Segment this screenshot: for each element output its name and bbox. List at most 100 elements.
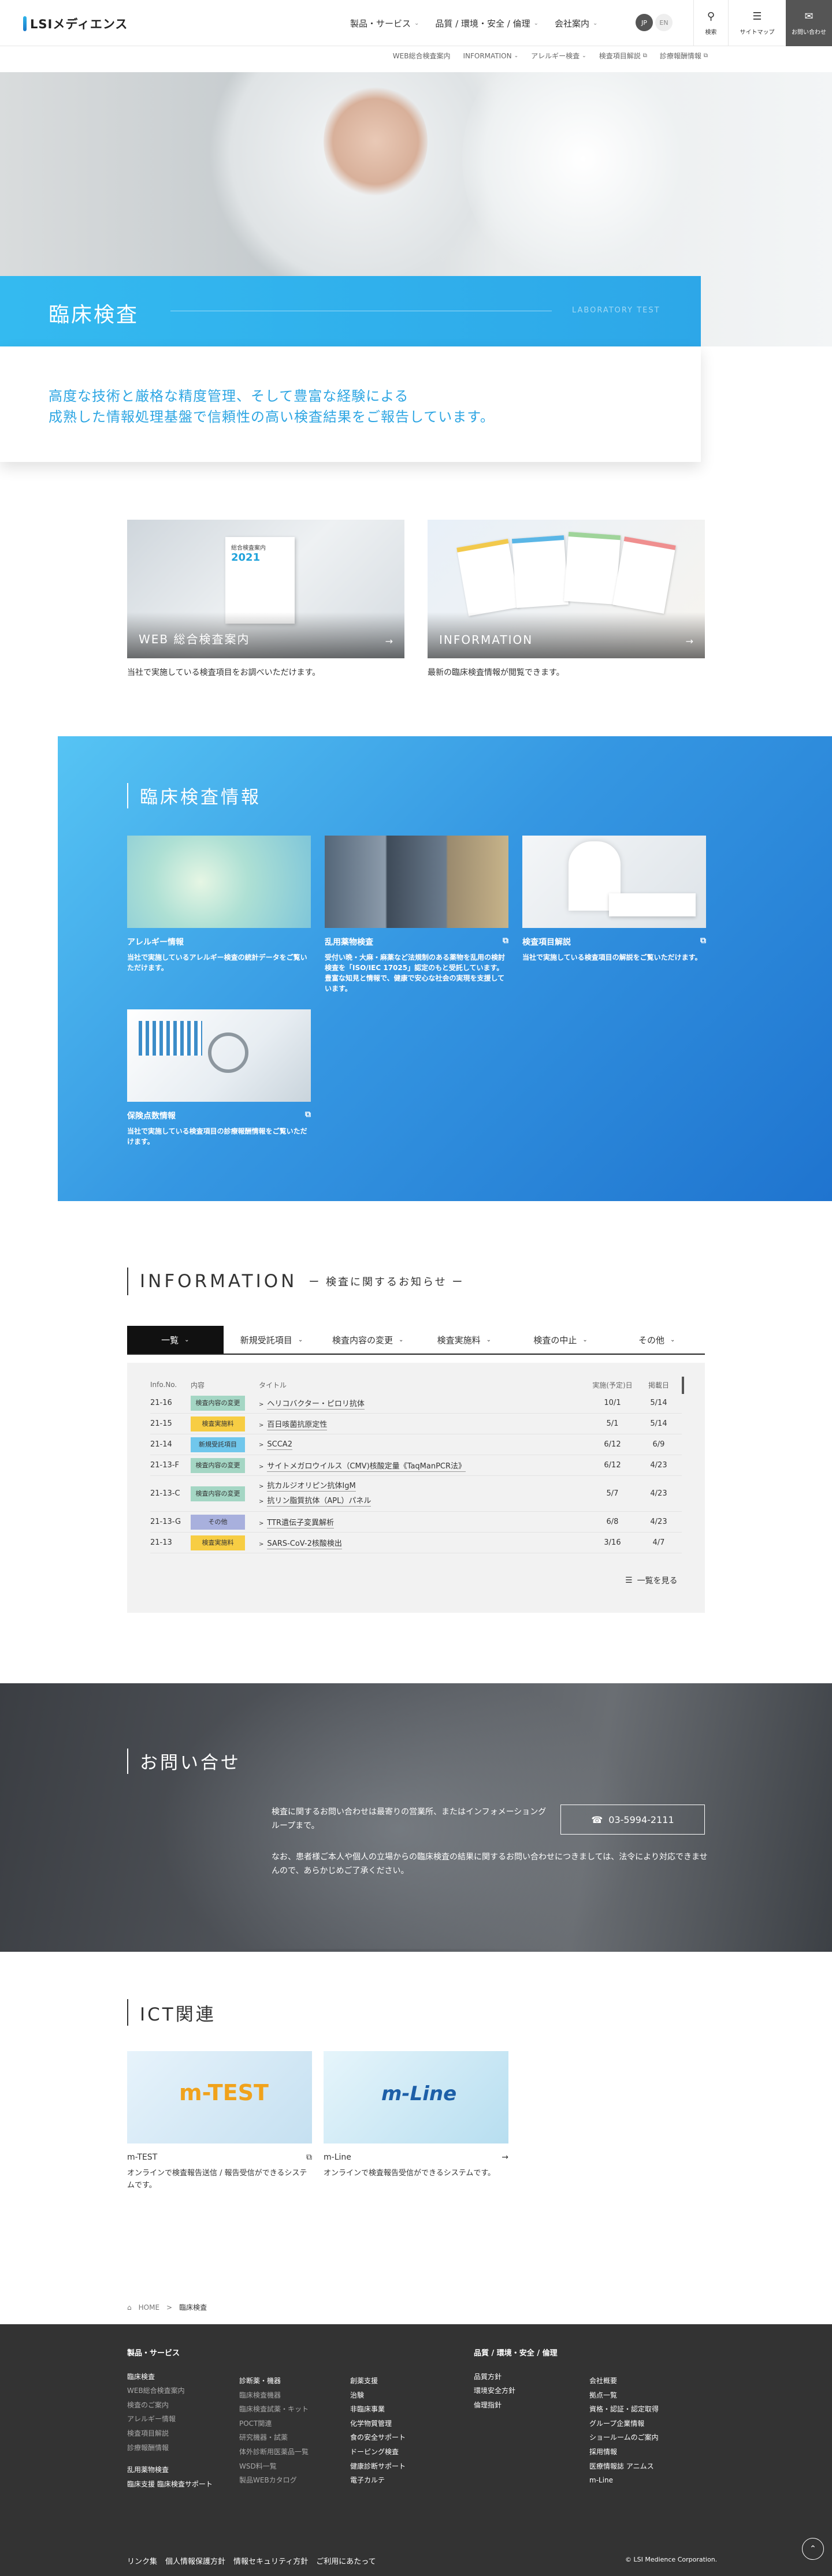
row-title-item: > 抗カルジオリピン抗体IgM: [259, 1479, 589, 1494]
card-insurance[interactable]: 保険点数情報 ⧉ 当社で実施している検査項目の診療報酬情報をご覧いただけます。: [127, 1009, 311, 1147]
footer-link[interactable]: 体外診断用医薬品一覧: [239, 2445, 309, 2459]
footer-link[interactable]: 製品WEBカタログ: [239, 2473, 309, 2488]
sitemap-button[interactable]: ☰ サイトマップ: [728, 0, 786, 46]
footer-link[interactable]: 非臨床事業: [350, 2402, 406, 2417]
footer-link[interactable]: 臨床検査: [127, 2370, 213, 2384]
footer-quality-heading[interactable]: 品質 / 環境・安全 / 倫理: [474, 2346, 558, 2362]
row-title-link[interactable]: サイトメガロウイルス（CMV)核酸定量《TaqManPCR法》: [267, 1462, 466, 1472]
card-drug-test[interactable]: 乱用薬物検査 ⧉ 受付い晩・大麻・麻薬など法規制のある薬物を乱用の検討検査を「IS…: [325, 836, 508, 994]
information-table: Info.No. 内容 タイトル 実施(予定)日 掲載日 21-16 検査内容の変…: [127, 1363, 705, 1613]
lang-en[interactable]: EN: [655, 14, 673, 31]
tab-new-items[interactable]: 新規受託項目 ⌄: [224, 1326, 320, 1354]
footer-link[interactable]: m-Line: [589, 2473, 659, 2488]
footer-link[interactable]: 資格・認証・認定取得: [589, 2402, 659, 2417]
back-to-top-button[interactable]: ⌃: [802, 2538, 824, 2560]
footer-link[interactable]: 化学物質管理: [350, 2417, 406, 2431]
type-badge: 検査内容の変更: [191, 1457, 245, 1473]
row-title-link[interactable]: SARS-CoV-2核酸検出: [267, 1539, 342, 1549]
mail-icon: ✉: [804, 10, 814, 23]
footer-link[interactable]: 環境安全方針: [474, 2384, 558, 2398]
footer-link[interactable]: 品質方針: [474, 2370, 558, 2384]
table-scrollbar[interactable]: [682, 1377, 684, 1394]
footer-link[interactable]: 乱用薬物検査: [127, 2463, 213, 2477]
tab-changes[interactable]: 検査内容の変更 ⌄: [320, 1326, 416, 1354]
footer-list: 創薬支援 治験 非臨床事業 化学物質管理 食の安全サポート ドーピング検査 健康診断サポート…: [350, 2374, 406, 2488]
subnav-allergy-label: アレルギー検査: [531, 52, 580, 60]
card-insurance-desc: 当社で実施している検査項目の診療報酬情報をご覧いただけます。: [127, 1127, 307, 1146]
footer-link[interactable]: 創薬支援: [350, 2374, 406, 2388]
footer-link[interactable]: 臨床支援 臨床検査サポート: [127, 2477, 213, 2492]
footer-link[interactable]: 倫理指針: [474, 2398, 558, 2413]
footer-link-privacy[interactable]: 個人情報保護方針: [165, 2555, 225, 2566]
subnav-fees[interactable]: 診療報酬情報 ⧉: [660, 51, 708, 61]
nav-products[interactable]: 製品・サービス ⌄: [350, 17, 419, 29]
tab-other[interactable]: その他 ⌄: [608, 1326, 705, 1354]
row-titles: > ヘリコバクター・ピロリ抗体: [248, 1397, 589, 1410]
card-test-items[interactable]: 検査項目解説 ⧉ 当社で実施している検査項目の解説をご覧いただけます。: [522, 836, 706, 963]
footer-link[interactable]: 健康診断サポート: [350, 2459, 406, 2474]
footer-link[interactable]: グループ企業情報: [589, 2417, 659, 2431]
document-image: [612, 536, 676, 614]
logo[interactable]: LSIメディエンス: [23, 15, 128, 32]
nav-quality[interactable]: 品質 / 環境・安全 / 倫理 ⌄: [435, 17, 538, 29]
phone-button[interactable]: ☎ 03-5994-2111: [560, 1805, 705, 1835]
nav-products-label: 製品・サービス: [350, 18, 411, 29]
footer-link[interactable]: 臨床検査試薬・キット: [239, 2402, 309, 2417]
footer-link[interactable]: 研究機器・試薬: [239, 2430, 309, 2445]
card-allergy[interactable]: アレルギー情報 当社で実施しているアレルギー検査の統計データをご覧いただけます。: [127, 836, 311, 973]
footer-link[interactable]: 食の安全サポート: [350, 2430, 406, 2445]
footer-link-security[interactable]: 情報セキュリティ方針: [233, 2555, 308, 2566]
footer-link[interactable]: アレルギー情報: [127, 2412, 213, 2426]
footer-link[interactable]: WSD料一覧: [239, 2459, 309, 2474]
footer-link[interactable]: 診療報酬情報: [127, 2441, 213, 2455]
footer-link[interactable]: POCT関連: [239, 2417, 309, 2431]
card-m-line[interactable]: m-Line m-Line → オンラインで検査報告受信ができるシステムです。: [324, 2051, 508, 2180]
card-m-test[interactable]: m-TEST m-TEST ⧉ オンラインで検査報告送信 / 報告受信ができるシス…: [127, 2051, 312, 2192]
view-all-button[interactable]: ☰ 一覧を見る: [625, 1575, 678, 1586]
subnav-web[interactable]: WEB総合検査案内: [393, 51, 451, 61]
footer-link[interactable]: 会社概要: [589, 2374, 659, 2388]
footer-link[interactable]: 検査のご案内: [127, 2398, 213, 2413]
row-title-link[interactable]: SCCA2: [267, 1440, 292, 1450]
footer-link[interactable]: 電子カルテ: [350, 2473, 406, 2488]
footer-link-terms[interactable]: ご利用にあたって: [316, 2555, 376, 2566]
footer-link-links[interactable]: リンク集: [127, 2555, 157, 2566]
subnav-allergy[interactable]: アレルギー検査 ⌄: [531, 51, 586, 61]
breadcrumb-home[interactable]: HOME: [139, 2303, 159, 2312]
footer-link[interactable]: 診断薬・機器: [239, 2374, 309, 2388]
subnav-information[interactable]: INFORMATION ⌄: [463, 51, 518, 61]
lang-jp[interactable]: JP: [636, 14, 653, 31]
row-no: 21-13-F: [150, 1461, 179, 1470]
subnav-items[interactable]: 検査項目解説 ⧉: [599, 51, 647, 61]
footer-col-research: 創薬支援 治験 非臨床事業 化学物質管理 食の安全サポート ドーピング検査 健康診断サポート…: [350, 2374, 406, 2488]
footer-link[interactable]: 採用情報: [589, 2445, 659, 2459]
footer-link[interactable]: 拠点一覧: [589, 2388, 659, 2403]
footer-link[interactable]: 検査項目解説: [127, 2426, 213, 2441]
card-web-guide[interactable]: 総合検査案内 2021 WEB 総合検査案内 → 当社で実施している検査項目をお…: [127, 520, 404, 678]
table-header: Info.No. 内容 タイトル 実施(予定)日 掲載日: [150, 1377, 682, 1393]
tab-discontinued[interactable]: 検査の中止 ⌄: [512, 1326, 609, 1354]
footer-link[interactable]: 治験: [350, 2388, 406, 2403]
nav-company[interactable]: 会社案内 ⌄: [555, 17, 597, 29]
row-title-link[interactable]: 百日咳菌抗原定性: [267, 1421, 328, 1430]
footer-link[interactable]: 臨床検査機器: [239, 2388, 309, 2403]
contact-title: お問い合せ: [140, 1753, 241, 1773]
row-type: 検査内容の変更: [191, 1395, 248, 1411]
row-title-link[interactable]: 抗カルジオリピン抗体IgM: [267, 1481, 356, 1492]
footer-link[interactable]: WEB総合検査案内: [127, 2384, 213, 2398]
card-information[interactable]: INFORMATION → 最新の臨床検査情報が閲覧できます。: [428, 520, 705, 678]
search-button[interactable]: ⚲ 検索: [693, 0, 728, 46]
footer-link[interactable]: 医療情報誌 アニムス: [589, 2459, 659, 2474]
arrow-right-icon: →: [385, 636, 393, 647]
footer-products-heading[interactable]: 製品・サービス: [127, 2346, 213, 2362]
card-m-line-desc: オンラインで検査報告受信ができるシステムです。: [324, 2169, 496, 2178]
tab-all[interactable]: 一覧 ⌄: [127, 1326, 224, 1354]
row-title-link[interactable]: 抗リン脂質抗体（APL）パネル: [267, 1496, 372, 1507]
tab-fees[interactable]: 検査実施料 ⌄: [416, 1326, 512, 1354]
footer-link[interactable]: ショールームのご案内: [589, 2430, 659, 2445]
nav-company-label: 会社案内: [554, 18, 589, 29]
footer-link[interactable]: ドーピング検査: [350, 2445, 406, 2459]
row-title-link[interactable]: ヘリコバクター・ピロリ抗体: [267, 1400, 365, 1410]
row-title-link[interactable]: TTR遺伝子変異解析: [267, 1519, 335, 1529]
contact-button[interactable]: ✉ お問い合わせ: [786, 0, 832, 46]
